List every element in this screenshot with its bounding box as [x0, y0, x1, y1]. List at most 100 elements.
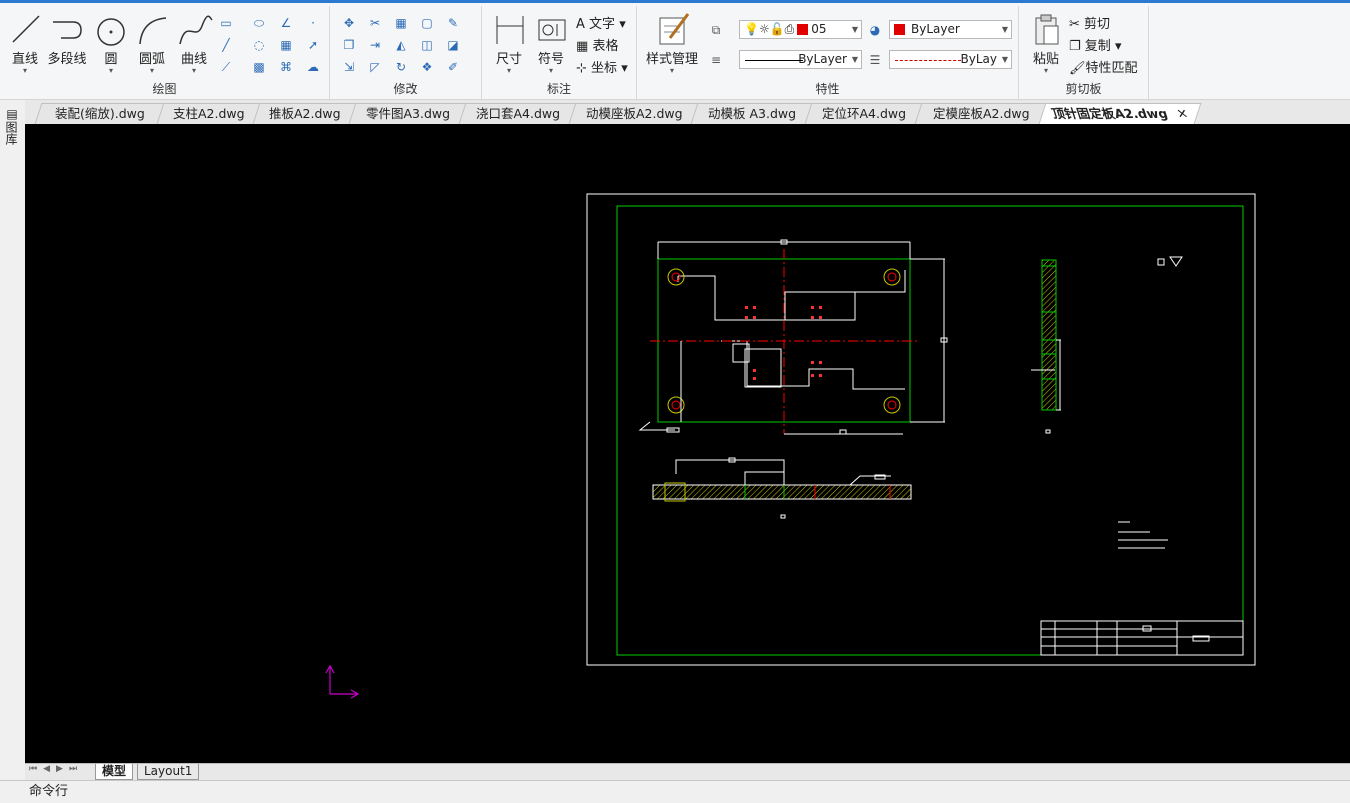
cut-button[interactable]: ✂ 剪切: [1069, 13, 1110, 32]
scissors-icon: ✂: [1069, 17, 1080, 32]
side-view: [1031, 259, 1061, 434]
fillet-icon[interactable]: ▢: [418, 14, 436, 32]
array-icon[interactable]: ▦: [392, 14, 410, 32]
draw-panel: 直线 ▾ 多段线 圆 ▾ 圆弧 ▾ 曲线 ▾ ▭ ⬭ ∠ · ╱ ◌ ▦ ➚ ⟋ ▩ ⌘…: [0, 6, 330, 100]
title-block: [1040, 620, 1244, 656]
lock-icon: 🔓: [769, 22, 785, 36]
layout-nav-arrows-icon[interactable]: ⏮◀▶⏭: [29, 764, 83, 774]
ray-icon[interactable]: ⟋: [217, 58, 235, 76]
trim-icon[interactable]: ✂: [366, 14, 384, 32]
style-manager-icon: [659, 13, 690, 45]
tab-doc-9[interactable]: 定模座板A2.dwg: [914, 103, 1048, 124]
layout-tab-bar: ⏮◀▶⏭ 模型 Layout1: [25, 763, 1350, 780]
cloud-icon[interactable]: ☁: [304, 58, 322, 76]
tab-doc-active[interactable]: 顶针固定板A2.dwg ✕: [1038, 103, 1202, 124]
line-button[interactable]: 直线 ▾: [2, 12, 48, 75]
arrow-icon[interactable]: ➚: [304, 36, 322, 54]
tab-doc-2[interactable]: 支柱A2.dwg: [156, 103, 262, 124]
circle-button[interactable]: 圆 ▾: [88, 12, 134, 75]
drawing-frame: [616, 205, 1244, 656]
symbol-button[interactable]: 符号 ▾: [528, 12, 574, 75]
tab-doc-3[interactable]: 推板A2.dwg: [252, 103, 358, 124]
layer-manager-icon[interactable]: ⧉: [707, 21, 725, 39]
angle-icon[interactable]: ∠: [277, 14, 295, 32]
linetype-icon[interactable]: ☰: [866, 51, 884, 69]
copy-button[interactable]: ❐ 复制 ▾: [1069, 35, 1121, 54]
edit-icon[interactable]: ✐: [444, 58, 462, 76]
linetype-dropdown[interactable]: ByLayer ▼: [739, 50, 862, 69]
table-button[interactable]: ▦ 表格: [576, 35, 618, 54]
rotate-icon[interactable]: ↻: [392, 58, 410, 76]
paste-button[interactable]: 粘贴 ▾: [1023, 12, 1069, 75]
drawing: [325, 193, 1256, 699]
document-tabs: 装配(缩放).dwg 支柱A2.dwg 推板A2.dwg 零件图A3.dwg 浇…: [0, 100, 1350, 124]
dimension-icon: [496, 16, 524, 44]
arc-icon: [139, 17, 167, 45]
coordinate-icon: ⊹: [576, 61, 587, 76]
linetype-sample: [745, 60, 803, 61]
extend-icon[interactable]: ⇥: [366, 36, 384, 54]
mirror-icon[interactable]: ◭: [392, 36, 410, 54]
explode-icon[interactable]: ❖: [418, 58, 436, 76]
xline-icon[interactable]: ╱: [217, 36, 235, 54]
library-button[interactable]: ▤ 图库: [4, 107, 20, 146]
curve-button[interactable]: 曲线 ▾: [171, 12, 217, 75]
plan-view: [638, 239, 948, 435]
color-dropdown[interactable]: ByLayer ▼: [889, 20, 1012, 39]
match-properties-button[interactable]: 🖌特性匹配: [1069, 57, 1138, 76]
hatch-icon[interactable]: ▩: [250, 58, 268, 76]
polyline-button[interactable]: 多段线: [44, 12, 90, 67]
layer-dropdown[interactable]: 💡☼🔓⎙ 05 ▼: [739, 20, 862, 39]
table-insert-icon[interactable]: ▦: [277, 36, 295, 54]
tab-doc-1[interactable]: 装配(缩放).dwg: [34, 103, 166, 124]
print-icon: ⎙: [784, 22, 795, 36]
line-icon: [12, 15, 40, 43]
offset-icon[interactable]: ◫: [418, 36, 436, 54]
circle-icon: [97, 18, 125, 46]
chamfer-icon[interactable]: ◪: [444, 36, 462, 54]
ribbon: 直线 ▾ 多段线 圆 ▾ 圆弧 ▾ 曲线 ▾ ▭ ⬭ ∠ · ╱ ◌ ▦ ➚ ⟋ ▩ ⌘…: [0, 0, 1350, 100]
drawing-canvas[interactable]: [25, 124, 1350, 763]
move-icon[interactable]: ✥: [340, 14, 358, 32]
scale-icon[interactable]: ◸: [366, 58, 384, 76]
ellipse-icon[interactable]: ⬭: [250, 14, 268, 32]
tab-doc-8[interactable]: 定位环A4.dwg: [804, 103, 924, 124]
point-icon[interactable]: ·: [304, 14, 322, 32]
tab-doc-7[interactable]: 动模板 A3.dwg: [690, 103, 814, 124]
command-line[interactable]: 命令行: [0, 780, 1350, 803]
lineweight-dropdown[interactable]: ByLay ▼: [889, 50, 1012, 69]
brush-icon: 🖌: [1069, 61, 1086, 76]
dimension-button[interactable]: 尺寸 ▾: [486, 12, 532, 75]
region-icon[interactable]: ◌: [250, 36, 268, 54]
roughness-symbol: [1157, 258, 1165, 266]
style-manager-button[interactable]: 样式管理 ▾: [643, 12, 701, 75]
library-sidebar: ▤ 图库: [0, 100, 25, 763]
rectangle-icon[interactable]: ▭: [217, 14, 235, 32]
tab-doc-4[interactable]: 零件图A3.dwg: [348, 103, 468, 124]
tab-layout1[interactable]: Layout1: [137, 764, 200, 780]
arc-button[interactable]: 圆弧 ▾: [129, 12, 175, 75]
modify-panel: ✥ ✂ ▦ ▢ ✎ ❐ ⇥ ◭ ◫ ◪ ⇲ ◸ ↻ ❖ ✐ 修改: [330, 6, 482, 100]
library-icon: ▤: [6, 107, 18, 121]
color-wheel-icon[interactable]: ◕: [866, 21, 884, 39]
tab-model[interactable]: 模型: [95, 764, 134, 780]
sheet-border: [586, 193, 1256, 666]
coordinate-button[interactable]: ⊹ 坐标 ▾: [576, 57, 628, 76]
close-icon[interactable]: ✕: [1174, 104, 1191, 123]
symbol-icon: [538, 19, 566, 41]
stretch-icon[interactable]: ⇲: [340, 58, 358, 76]
sun-icon: ☼: [758, 22, 770, 36]
color-swatch: [894, 24, 905, 35]
ucs-icon: [325, 664, 360, 699]
polyline-icon: [53, 21, 82, 39]
boundary-icon[interactable]: ⌘: [277, 58, 295, 76]
text-button[interactable]: A 文字 ▾: [576, 13, 626, 32]
erase-icon[interactable]: ✎: [444, 14, 462, 32]
table-icon: ▦: [576, 39, 589, 54]
lineweight-icon[interactable]: ≡: [707, 51, 725, 69]
tab-doc-6[interactable]: 动模座板A2.dwg: [568, 103, 700, 124]
tab-doc-5[interactable]: 浇口套A4.dwg: [458, 103, 578, 124]
copy-object-icon[interactable]: ❐: [340, 36, 358, 54]
section-view: [652, 457, 912, 519]
bulb-icon: 💡: [744, 22, 759, 36]
